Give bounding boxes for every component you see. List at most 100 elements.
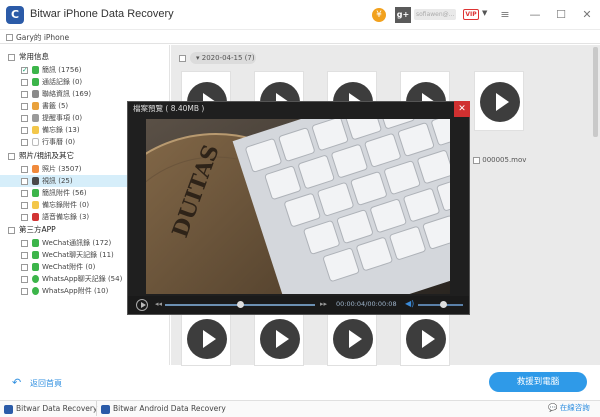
bitwar-icon xyxy=(4,404,13,414)
chevron-down-icon[interactable]: ▼ xyxy=(482,9,487,17)
minimize-button[interactable]: — xyxy=(526,6,544,24)
whatsapp-icon xyxy=(32,275,39,283)
checkbox[interactable] xyxy=(21,78,28,86)
device-name: Gary的 iPhone xyxy=(16,33,70,42)
microphone-icon xyxy=(32,213,39,221)
reminder-icon xyxy=(32,114,39,122)
progress-handle[interactable] xyxy=(237,301,244,308)
volume-handle[interactable] xyxy=(439,301,447,308)
checkbox[interactable] xyxy=(21,275,28,283)
tree-item-contacts[interactable]: 聯絡資訊 (169) xyxy=(21,88,91,100)
checkbox[interactable] xyxy=(21,263,28,271)
checkbox[interactable] xyxy=(21,102,28,110)
checkbox[interactable] xyxy=(21,287,28,295)
checkbox[interactable] xyxy=(8,53,15,61)
cart-icon[interactable]: ¥ xyxy=(372,8,386,22)
tree-item-label: WeChat附件 (0) xyxy=(42,263,96,271)
footer-tab-android-recovery[interactable]: Bitwar Android Data Recovery xyxy=(101,402,226,415)
scrollbar[interactable] xyxy=(593,47,598,137)
tree-item-label: 簡訊附件 (56) xyxy=(42,189,87,197)
tree-item-sms-attachments[interactable]: 簡訊附件 (56) xyxy=(21,187,87,199)
time-readout: 00:00:04/00:00:08 xyxy=(336,300,397,308)
menu-icon[interactable]: ≡ xyxy=(496,6,514,24)
fast-forward-icon[interactable]: ▸▸ xyxy=(320,300,327,308)
checkbox[interactable] xyxy=(21,114,28,122)
google-plus-icon[interactable]: g+ xyxy=(395,7,411,23)
tree-item-voice-memos[interactable]: 語音備忘錄 (3) xyxy=(21,211,89,223)
consult-label: 在線咨詢 xyxy=(559,403,590,412)
checkbox[interactable] xyxy=(21,251,28,259)
user-email[interactable]: sofiawen@... xyxy=(414,9,456,20)
tree-item-calls[interactable]: 通話記錄 (0) xyxy=(21,76,82,88)
tree-item-notes[interactable]: 備忘錄 (13) xyxy=(21,124,80,136)
tree-item-label: 簡訊 (1756) xyxy=(42,66,82,74)
close-button[interactable]: ✕ xyxy=(578,6,596,24)
online-consult-link[interactable]: 💬 在線咨詢 xyxy=(548,402,590,413)
play-icon xyxy=(260,319,300,359)
tree-item-notes-attachments[interactable]: 備忘錄附件 (0) xyxy=(21,199,89,211)
app-title: Bitwar iPhone Data Recovery xyxy=(30,8,174,20)
play-icon xyxy=(406,319,446,359)
tree-item-wechat-attachments[interactable]: WeChat附件 (0) xyxy=(21,261,95,273)
tree-item-reminders[interactable]: 提醒事項 (0) xyxy=(21,112,82,124)
tree-item-photos[interactable]: 照片 (3507) xyxy=(21,163,82,175)
tree-item-calendar[interactable]: 行事曆 (0) xyxy=(21,136,75,148)
file-item[interactable]: 000005.mov xyxy=(473,156,526,164)
checkbox[interactable] xyxy=(21,126,28,134)
video-frame[interactable]: DUITAS xyxy=(146,119,450,294)
video-thumbnail[interactable] xyxy=(181,306,231,366)
tree-item-label: 聯絡資訊 (169) xyxy=(42,90,92,98)
checkbox[interactable] xyxy=(21,165,28,173)
back-arrow-icon[interactable]: ↶ xyxy=(12,376,21,389)
checkbox[interactable]: ✓ xyxy=(21,66,28,74)
checkbox[interactable] xyxy=(8,226,15,234)
checkbox[interactable] xyxy=(21,201,28,209)
video-thumbnail[interactable] xyxy=(327,306,377,366)
tree-item-whatsapp-chats[interactable]: WhatsApp聊天記錄 (54) xyxy=(21,273,122,285)
checkbox[interactable] xyxy=(21,177,28,185)
maximize-button[interactable]: ☐ xyxy=(552,6,570,24)
vip-badge[interactable]: VIP xyxy=(463,9,479,20)
play-button[interactable] xyxy=(136,299,148,311)
video-thumbnail[interactable] xyxy=(254,306,304,366)
group-common[interactable]: 常用信息 xyxy=(8,51,49,63)
back-to-home-link[interactable]: 返回首頁 xyxy=(30,378,62,389)
recover-to-computer-button[interactable]: 救援到電腦 xyxy=(489,372,587,392)
volume-icon[interactable]: ◀) xyxy=(405,299,414,308)
video-thumbnail[interactable] xyxy=(474,71,524,131)
group-label: 常用信息 xyxy=(19,52,49,61)
tree-item-label: WhatsApp附件 (10) xyxy=(42,287,109,295)
checkbox[interactable] xyxy=(21,239,28,247)
phone-icon xyxy=(32,78,39,86)
tree-item-label: 語音備忘錄 (3) xyxy=(42,213,90,221)
tree-item-wechat-contacts[interactable]: WeChat通訊錄 (172) xyxy=(21,237,111,249)
tree-item-wechat-chats[interactable]: WeChat聊天記錄 (11) xyxy=(21,249,114,261)
checkbox[interactable] xyxy=(21,90,28,98)
checkbox[interactable] xyxy=(473,156,480,164)
checkbox[interactable] xyxy=(21,213,28,221)
notes-icon xyxy=(32,201,39,209)
rewind-icon[interactable]: ◂◂ xyxy=(155,300,162,308)
checkbox[interactable] xyxy=(21,189,28,197)
preview-close-button[interactable]: ✕ xyxy=(454,101,470,117)
video-icon xyxy=(32,177,39,185)
group-media[interactable]: 照片/視訊及其它 xyxy=(8,150,74,162)
wechat-icon xyxy=(32,263,39,271)
tree-item-bookmarks[interactable]: 書籤 (5) xyxy=(21,100,68,112)
device-checkbox[interactable] xyxy=(6,34,13,41)
tree-item-whatsapp-attachments[interactable]: WhatsApp附件 (10) xyxy=(21,285,108,297)
date-group-checkbox[interactable] xyxy=(179,55,186,62)
checkbox[interactable] xyxy=(8,152,15,160)
tree-item-sms[interactable]: ✓ 簡訊 (1756) xyxy=(21,64,82,76)
photos-icon xyxy=(32,165,39,173)
divider xyxy=(96,401,97,416)
group-third-party[interactable]: 第三方APP xyxy=(8,224,56,236)
play-icon xyxy=(187,319,227,359)
tree-item-label: 提醒事項 (0) xyxy=(42,114,83,122)
date-group-chip[interactable]: ▾ 2020-04-15 (7) xyxy=(190,52,256,64)
tree-item-label: WeChat通訊錄 (172) xyxy=(42,239,112,247)
checkbox[interactable] xyxy=(21,138,28,146)
footer-tab-data-recovery[interactable]: Bitwar Data Recovery xyxy=(4,402,97,415)
whatsapp-icon xyxy=(32,287,39,295)
video-thumbnail[interactable] xyxy=(400,306,450,366)
